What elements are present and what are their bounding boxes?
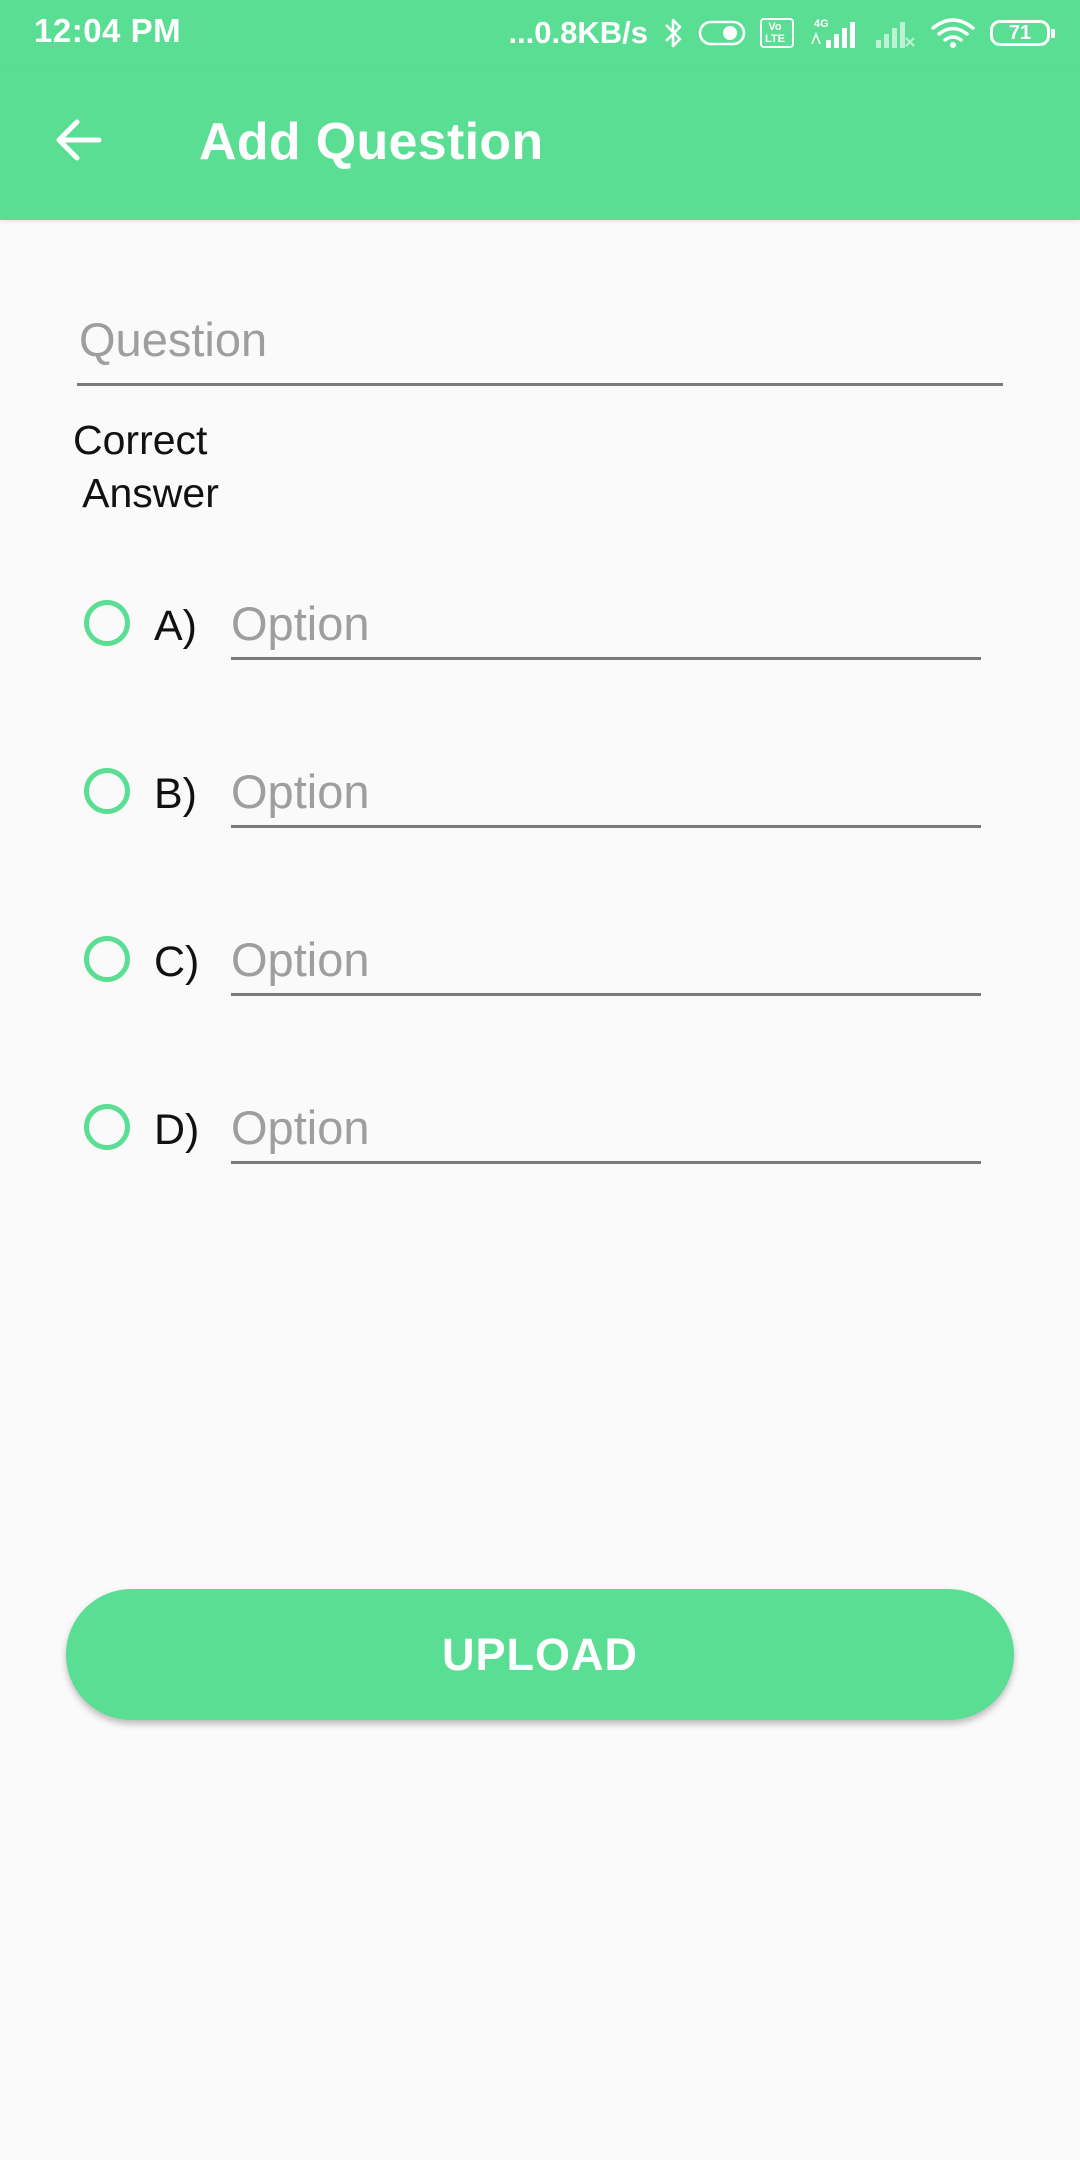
svg-text:4G: 4G — [814, 18, 829, 30]
option-b-input[interactable]: Option — [231, 752, 981, 828]
wifi-icon — [930, 16, 976, 50]
correct-answer-label-line2: Answer — [73, 470, 219, 516]
app-bar: Add Question — [0, 66, 1080, 220]
option-c-input[interactable]: Option — [231, 920, 981, 996]
correct-answer-label: Correct Answer — [73, 414, 219, 520]
page-title: Add Question — [199, 113, 544, 171]
status-time: 12:04 PM — [34, 12, 182, 49]
correct-answer-label-line1: Correct — [73, 417, 208, 463]
option-b-radio[interactable] — [84, 768, 130, 814]
option-a-input[interactable]: Option — [231, 584, 981, 660]
status-bar: 12:04 PM ...0.8KB/s Vo LTE 4G 71 — [0, 0, 1080, 66]
upload-button[interactable]: UPLOAD — [66, 1589, 1014, 1720]
option-d-input[interactable]: Option — [231, 1088, 981, 1164]
option-b-letter: B) — [154, 770, 197, 818]
upload-button-label: UPLOAD — [442, 1628, 638, 1680]
option-c-radio[interactable] — [84, 936, 130, 982]
option-row-d: D) Option — [0, 1078, 1080, 1178]
toggle-icon — [698, 18, 746, 48]
arrow-left-icon — [53, 118, 103, 167]
option-row-b: B) Option — [0, 742, 1080, 842]
status-icons: ...0.8KB/s Vo LTE 4G 71 — [508, 10, 1055, 56]
option-a-letter: A) — [154, 602, 197, 650]
question-input[interactable]: Question — [77, 312, 1003, 386]
signal-icon: 4G — [808, 16, 858, 50]
option-c-letter: C) — [154, 938, 200, 986]
option-row-c: C) Option — [0, 910, 1080, 1010]
signal-icon — [872, 16, 916, 50]
bluetooth-icon — [662, 16, 684, 50]
option-d-radio[interactable] — [84, 1104, 130, 1150]
battery-icon: 71 — [990, 20, 1055, 46]
volte-icon: Vo LTE — [760, 18, 794, 48]
network-speed: ...0.8KB/s — [508, 15, 648, 50]
option-d-letter: D) — [154, 1106, 200, 1154]
battery-level: 71 — [990, 20, 1055, 46]
option-row-a: A) Option — [0, 574, 1080, 674]
back-button[interactable] — [38, 102, 118, 182]
option-a-radio[interactable] — [84, 600, 130, 646]
